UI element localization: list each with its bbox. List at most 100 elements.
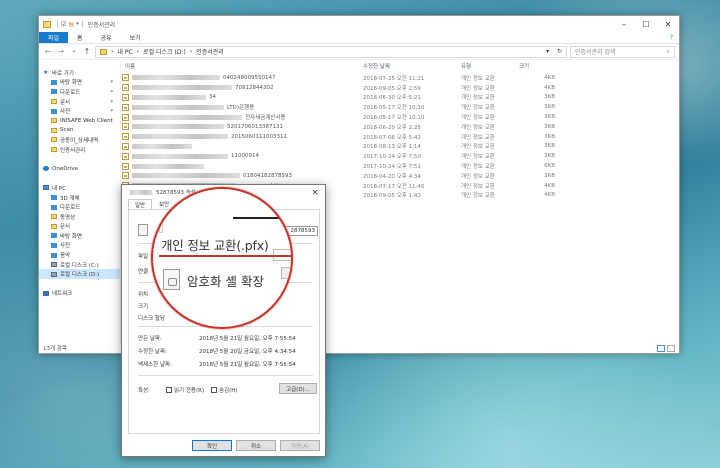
- breadcrumb-cert-folder[interactable]: 인증서관리: [196, 47, 224, 56]
- nav-item[interactable]: 로컬 디스크 (D:): [39, 269, 120, 280]
- path-separator: ›: [136, 48, 140, 55]
- nav-item[interactable]: 음악: [39, 250, 120, 260]
- file-row[interactable]: LTD)은행용 2018-05-17 오전 10:10 개인 정보 교환 3KB: [121, 102, 679, 112]
- column-size[interactable]: 크기: [515, 62, 573, 70]
- nav-item-label: 문서: [60, 99, 71, 106]
- zoom-callout: 개인 정보 교환(.pfx) 암호화 셸 확장: [151, 187, 293, 329]
- item-count: 13개 항목: [43, 346, 67, 352]
- tab-share[interactable]: 공유: [92, 32, 121, 43]
- download-icon: [51, 204, 57, 210]
- close-button[interactable]: ✕: [657, 16, 679, 32]
- file-row[interactable]: 2018-08-13 오후 1:14 개인 정보 교환 3KB: [121, 142, 679, 152]
- title-separator: [57, 20, 58, 28]
- nav-item-label: 내 PC: [52, 185, 66, 192]
- nav-item[interactable]: 다운로드: [39, 202, 120, 212]
- path-box[interactable]: › 내 PC › 로컬 디스크 (D:) › 인증서관리 ▾ ↻: [95, 45, 567, 58]
- file-row[interactable]: 040248009550147 2018-07-25 오전 11:21 개인 정보 …: [121, 73, 679, 83]
- breadcrumb-this-pc[interactable]: 내 PC: [117, 47, 132, 56]
- file-date-cell: 2017-10-24 오후 7:50: [363, 154, 421, 161]
- nav-item[interactable]: ★ 바로 가기: [39, 68, 120, 78]
- maximize-button[interactable]: ☐: [635, 16, 657, 32]
- nav-item[interactable]: 사진: [39, 241, 120, 251]
- tab-home[interactable]: 홈: [68, 32, 92, 43]
- quick-access-dropdown-icon[interactable]: ▾: [76, 21, 79, 27]
- nav-item[interactable]: 다운로드 ✦: [39, 87, 120, 97]
- nav-item-label: 다운로드: [60, 89, 81, 96]
- file-size-cell: 4KB: [544, 192, 555, 199]
- column-type[interactable]: 유형: [457, 62, 515, 70]
- folder-icon: [51, 118, 57, 124]
- back-button[interactable]: ←: [43, 47, 53, 56]
- zoomed-caret: [159, 225, 163, 233]
- file-row[interactable]: 01804182878593 2018-04-20 오후 4:34 개인 정보 교환…: [121, 171, 679, 181]
- nav-item[interactable]: 동영상: [39, 212, 120, 222]
- recent-locations-button[interactable]: ▾: [69, 49, 79, 55]
- nav-item-label: 네트워크: [52, 291, 73, 298]
- apply-button[interactable]: 적용(A): [280, 440, 320, 451]
- breadcrumb-drive-d[interactable]: 로컬 디스크 (D:): [143, 47, 186, 56]
- nav-item[interactable]: 사진 ✦: [39, 106, 120, 116]
- file-row[interactable]: 2017-10-24 오후 7:51 개인 정보 교환 6KB: [121, 161, 679, 171]
- file-name-text: 5201706013387131: [227, 123, 283, 130]
- redacted-text: [132, 153, 228, 159]
- nav-item[interactable]: 문서 ✦: [39, 97, 120, 107]
- ok-button[interactable]: 확인: [192, 440, 232, 451]
- redacted-text: [130, 189, 152, 195]
- nav-item[interactable]: 바탕 화면 ✦: [39, 78, 120, 88]
- file-type-cell: 개인 정보 교환: [461, 173, 495, 180]
- new-folder-icon[interactable]: ▤: [68, 21, 74, 28]
- forward-button[interactable]: →: [56, 47, 66, 56]
- search-input[interactable]: 인증서관리 검색 ⌕: [570, 45, 675, 58]
- nav-item[interactable]: OneDrive: [39, 164, 120, 174]
- created-value: 2018년 5월 21일 월요일, 오후 7:55:54: [199, 336, 296, 342]
- file-row[interactable]: 70912844302 2018-09-05 오후 2:59 개인 정보 교환 4KB: [121, 83, 679, 93]
- nav-item[interactable]: 문서: [39, 222, 120, 232]
- cancel-button[interactable]: 취소: [236, 440, 276, 451]
- title-bar: ☑ ▤ ▾ 인증서관리 – ☐ ✕: [39, 16, 679, 32]
- folder-icon: [51, 147, 57, 153]
- tab-view[interactable]: 보기: [121, 32, 150, 43]
- file-row[interactable]: 11000914 2017-10-24 오후 7:50 개인 정보 교환 3KB: [121, 151, 679, 161]
- file-name-text: LTD)은행용: [227, 105, 255, 112]
- address-bar: ← → ▾ ↑ › 내 PC › 로컬 디스크 (D:) › 인증서관리 ▾ ↻…: [39, 44, 679, 60]
- file-row[interactable]: 34 2018-06-30 오후 5:21 개인 정보 교환 3KB: [121, 93, 679, 103]
- nav-item[interactable]: 공동이_상세내역: [39, 135, 120, 145]
- tab-file[interactable]: 파일: [39, 32, 69, 43]
- advanced-button[interactable]: 고급(D)...: [279, 383, 317, 394]
- path-dropdown-icon[interactable]: ▾: [546, 48, 549, 55]
- tab-general[interactable]: 일반: [128, 199, 153, 209]
- nav-item-label: 음악: [60, 253, 71, 260]
- zoomed-title-fragment: [233, 209, 291, 219]
- help-icon[interactable]: ?: [670, 32, 679, 43]
- nav-item[interactable]: INISAFE Web Client: [39, 116, 120, 126]
- column-name[interactable]: 이름: [121, 62, 359, 70]
- minimize-button[interactable]: –: [613, 16, 635, 32]
- file-name-cell: [121, 162, 359, 170]
- file-row[interactable]: 2015060111003311 2018-07-06 오후 5:42 개인 정보 …: [121, 132, 679, 142]
- zoomed-file-type: 개인 정보 교환(.pfx): [161, 238, 269, 253]
- nav-item[interactable]: 바탕 화면: [39, 231, 120, 241]
- file-row[interactable]: 전자세금계산서용 2018-05-17 오전 10:10 개인 정보 교환 3KB: [121, 112, 679, 122]
- file-row[interactable]: 5201706013387131 2018-06-20 오후 2:25 개인 정보 …: [121, 122, 679, 132]
- file-size-cell: 3KB: [544, 114, 555, 121]
- nav-item[interactable]: 네트워크: [39, 289, 120, 299]
- readonly-label: 읽기 전용(R): [174, 388, 205, 394]
- desktop-icon: [51, 79, 57, 85]
- nav-item[interactable]: 내 PC: [39, 183, 120, 193]
- readonly-checkbox[interactable]: 읽기 전용(R): [166, 386, 204, 394]
- details-view-button[interactable]: [657, 344, 665, 352]
- nav-item-label: 로컬 디스크 (C:): [60, 262, 99, 269]
- dialog-close-button[interactable]: ✕: [305, 188, 325, 197]
- up-button[interactable]: ↑: [82, 47, 92, 56]
- nav-item[interactable]: Scan: [39, 126, 120, 136]
- nav-item[interactable]: 3D 개체: [39, 193, 120, 203]
- large-icons-view-button[interactable]: [667, 344, 675, 352]
- hidden-checkbox[interactable]: 숨김(H): [211, 386, 238, 394]
- redacted-text: [132, 114, 242, 120]
- column-date-modified[interactable]: 수정한 날짜: [359, 62, 457, 70]
- quick-access-check-icon[interactable]: ☑: [61, 21, 66, 28]
- refresh-icon[interactable]: ↻: [557, 48, 562, 55]
- nav-item[interactable]: 로컬 디스크 (C:): [39, 260, 120, 270]
- nav-item[interactable]: 인증서관리: [39, 145, 120, 155]
- file-name-text: 11000914: [231, 153, 259, 160]
